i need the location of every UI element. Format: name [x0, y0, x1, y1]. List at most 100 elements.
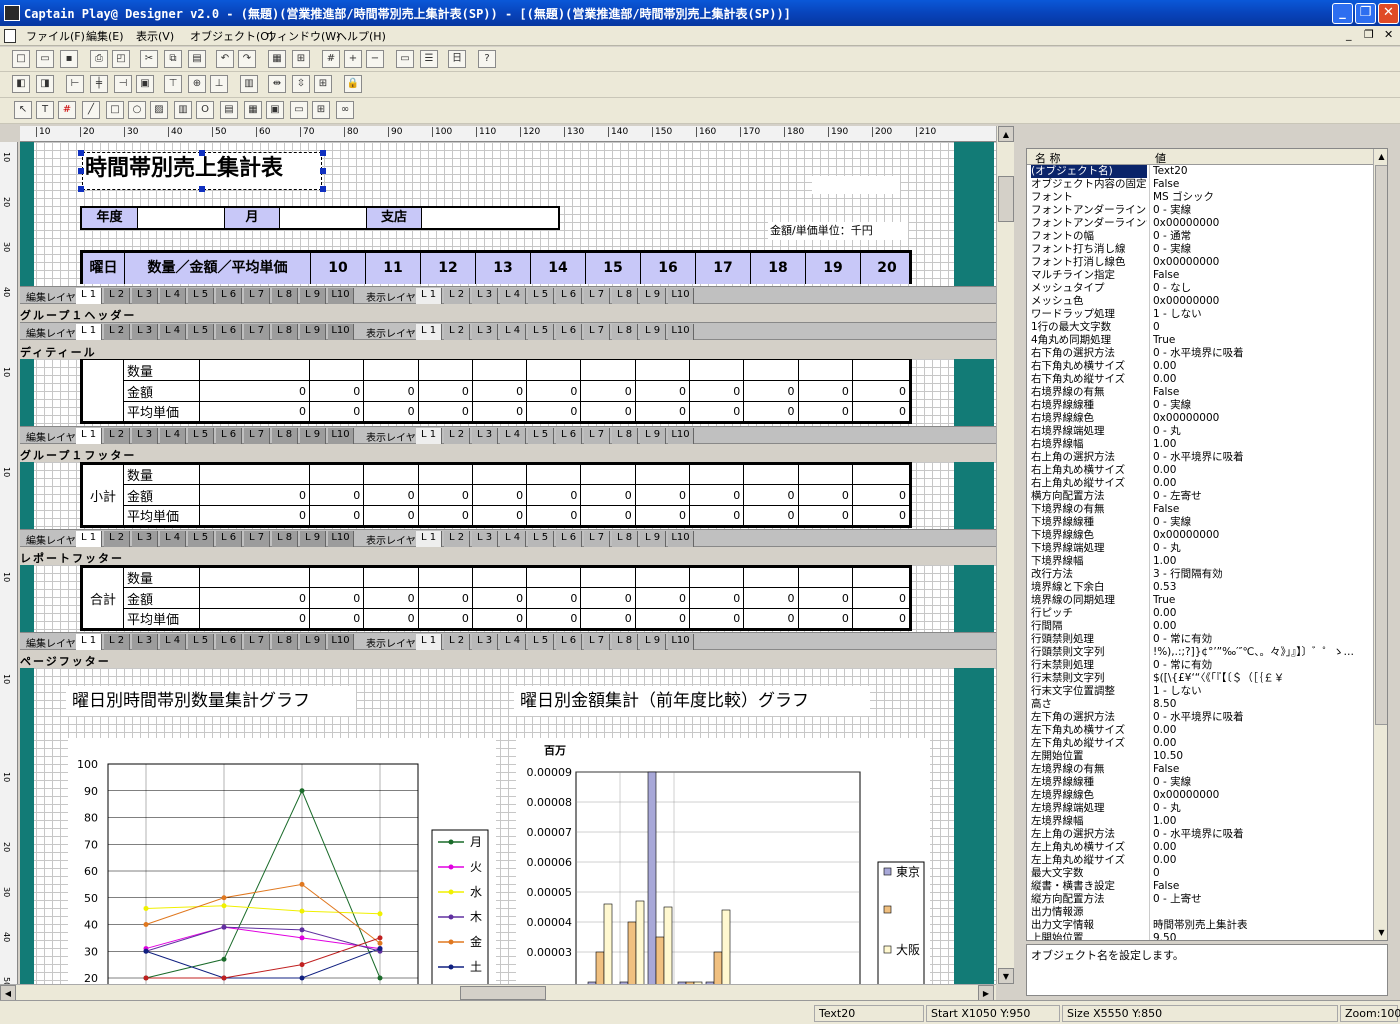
property-row[interactable]: ワードラップ処理 1 - しない — [1027, 308, 1373, 321]
edit-layer-tab[interactable]: L 6 — [216, 634, 242, 650]
value-cell[interactable] — [634, 359, 690, 381]
property-row[interactable]: 行間隔 0.00 — [1027, 620, 1373, 633]
property-value[interactable]: 0 - 実線 — [1153, 243, 1373, 256]
property-row[interactable]: 左境界線線色 0x00000000 — [1027, 789, 1373, 802]
value-cell[interactable]: 0 — [851, 484, 912, 506]
pointer-icon[interactable]: ↖ — [14, 101, 32, 119]
property-value[interactable]: 0 - 常に有効 — [1153, 659, 1373, 672]
same-size-icon[interactable]: ⊞ — [314, 75, 332, 93]
align-height-icon[interactable]: ▥ — [240, 75, 258, 93]
value-cell[interactable]: 0 — [308, 587, 365, 609]
edit-layer-tab[interactable]: L 3 — [132, 288, 158, 304]
group-cell[interactable] — [81, 359, 124, 423]
property-row[interactable]: 行ピッチ 0.00 — [1027, 607, 1373, 620]
preview-icon[interactable]: ◰ — [112, 50, 130, 68]
value-cell[interactable]: 0 — [417, 587, 473, 609]
show-layer-tab[interactable]: L 6 — [556, 531, 582, 547]
show-layer-tab[interactable]: L 4 — [500, 634, 526, 650]
edit-layer-tab[interactable]: L 5 — [188, 531, 214, 547]
show-layer-tab[interactable]: L 7 — [584, 324, 610, 340]
show-layer-tab[interactable]: L 5 — [528, 428, 554, 444]
property-row[interactable]: 出力情報源 — [1027, 906, 1373, 919]
value-cell[interactable] — [417, 463, 473, 485]
property-row[interactable]: 左開始位置 10.50 — [1027, 750, 1373, 763]
value-cell[interactable] — [417, 566, 473, 588]
edit-layer-tab[interactable]: L 4 — [160, 531, 186, 547]
table-tool-icon[interactable]: ▦ — [244, 101, 262, 119]
show-layer-tab[interactable]: L 2 — [444, 288, 470, 304]
edit-layer-tab[interactable]: L 7 — [244, 324, 270, 340]
property-row[interactable]: フォントアンダーライン色 0x00000000 — [1027, 217, 1373, 230]
show-layer-tab[interactable]: L 7 — [584, 428, 610, 444]
copy-icon[interactable]: ⧉ — [164, 50, 182, 68]
property-row[interactable]: 右境界線線色 0x00000000 — [1027, 412, 1373, 425]
property-row[interactable]: 最大文字数 0 — [1027, 867, 1373, 880]
property-row[interactable]: 下境界線線種 0 - 実線 — [1027, 516, 1373, 529]
value-cell[interactable] — [797, 463, 853, 485]
value-cell[interactable]: 0 — [580, 484, 636, 506]
property-row[interactable]: フォント打ち消し線 0 - 実線 — [1027, 243, 1373, 256]
property-row[interactable]: 右下角丸め縦サイズ 0.00 — [1027, 373, 1373, 386]
value-cell[interactable]: 0 — [580, 608, 636, 630]
align-left-icon[interactable]: ⊢ — [66, 75, 84, 93]
value-cell[interactable] — [471, 463, 528, 485]
calendar-icon[interactable]: 日 — [448, 50, 466, 68]
menu-edit[interactable]: 編集(E) — [86, 28, 124, 44]
show-layer-tab[interactable]: L10 — [668, 634, 694, 650]
property-value[interactable]: 0x00000000 — [1153, 217, 1373, 230]
property-value[interactable]: 0.00 — [1153, 373, 1373, 386]
value-cell[interactable]: 0 — [743, 505, 799, 527]
value-cell[interactable] — [199, 463, 310, 485]
property-row[interactable]: 行頭禁則文字列 !%),.:;?]}¢°’”‰′″℃、。々》」』】〕゛゜ゝ… — [1027, 646, 1373, 659]
line-tool-icon[interactable]: ╱ — [82, 101, 100, 119]
edit-layer-tab[interactable]: L10 — [328, 428, 354, 444]
row-label-cell[interactable]: 金額 — [123, 380, 200, 402]
value-cell[interactable] — [797, 566, 853, 588]
value-cell[interactable] — [526, 566, 582, 588]
property-value[interactable]: False — [1153, 386, 1373, 399]
property-value[interactable]: 0 - 水平境界に吸着 — [1153, 828, 1373, 841]
property-value[interactable]: 時間帯別売上集計表 — [1153, 919, 1373, 932]
edit-layer-tab[interactable]: L 2 — [104, 634, 130, 650]
value-cell[interactable] — [363, 463, 419, 485]
show-layer-tab[interactable]: L 3 — [472, 634, 498, 650]
property-row[interactable]: 右境界線の有無 False — [1027, 386, 1373, 399]
property-row[interactable]: フォントの幅 0 - 通常 — [1027, 230, 1373, 243]
show-layer-tab[interactable]: L 1 — [416, 428, 442, 444]
value-cell[interactable]: 0 — [471, 380, 528, 402]
bring-front-icon[interactable]: ◧ — [12, 75, 30, 93]
value-cell[interactable]: 0 — [688, 505, 745, 527]
property-value[interactable]: 0 - 上寄せ — [1153, 893, 1373, 906]
value-cell[interactable] — [199, 566, 310, 588]
property-row[interactable]: 右上角丸め縦サイズ 0.00 — [1027, 477, 1373, 490]
edit-layer-tab[interactable]: L 1 — [76, 634, 102, 650]
bar-chart[interactable]: 百万 0.00009 0.00008 0.00007 0.00006 0.00005 0.0… — [516, 738, 930, 984]
property-row[interactable]: 左上角の選択方法 0 - 水平境界に吸着 — [1027, 828, 1373, 841]
edit-layer-tab[interactable]: L 8 — [272, 531, 298, 547]
edit-layer-tab[interactable]: L 3 — [132, 324, 158, 340]
chart2-title[interactable]: 曜日別金額集計（前年度比較）グラフ — [514, 686, 870, 716]
value-cell[interactable]: 0 — [417, 401, 473, 423]
property-value[interactable]: $([\{£¥‘“〈《「『【〔＄（［｛￡￥ — [1153, 672, 1373, 685]
property-row[interactable]: メッシュタイプ 0 - なし — [1027, 282, 1373, 295]
value-cell[interactable]: 0 — [417, 505, 473, 527]
menu-object[interactable]: オブジェクト(O) — [190, 28, 273, 44]
show-layer-tab[interactable]: L 7 — [584, 288, 610, 304]
property-value[interactable]: 0.00 — [1153, 737, 1373, 750]
select-all-icon[interactable]: ▦ — [268, 50, 286, 68]
property-value[interactable]: 10.50 — [1153, 750, 1373, 763]
property-value[interactable]: 0.00 — [1153, 464, 1373, 477]
edit-layer-tab[interactable]: L 7 — [244, 288, 270, 304]
edit-layer-tab[interactable]: L 5 — [188, 288, 214, 304]
show-layer-tab[interactable]: L 2 — [444, 531, 470, 547]
edit-layer-tab[interactable]: L 1 — [76, 428, 102, 444]
value-cell[interactable]: 0 — [688, 587, 745, 609]
property-value[interactable]: Text20 — [1153, 165, 1373, 178]
layer-bar-page-header[interactable]: 編集レイヤ L 1L 2L 3L 4L 5L 6L 7L 8L 9 L10 表示レイヤ… — [20, 286, 996, 304]
link-tool-icon[interactable]: ∞ — [336, 101, 354, 119]
property-value[interactable]: False — [1153, 269, 1373, 282]
edit-layer-tab[interactable]: L 9 — [300, 324, 326, 340]
property-row[interactable]: 境界線の同期処理 True — [1027, 594, 1373, 607]
grid-icon[interactable]: # — [322, 50, 340, 68]
edit-layer-tab[interactable]: L 7 — [244, 634, 270, 650]
